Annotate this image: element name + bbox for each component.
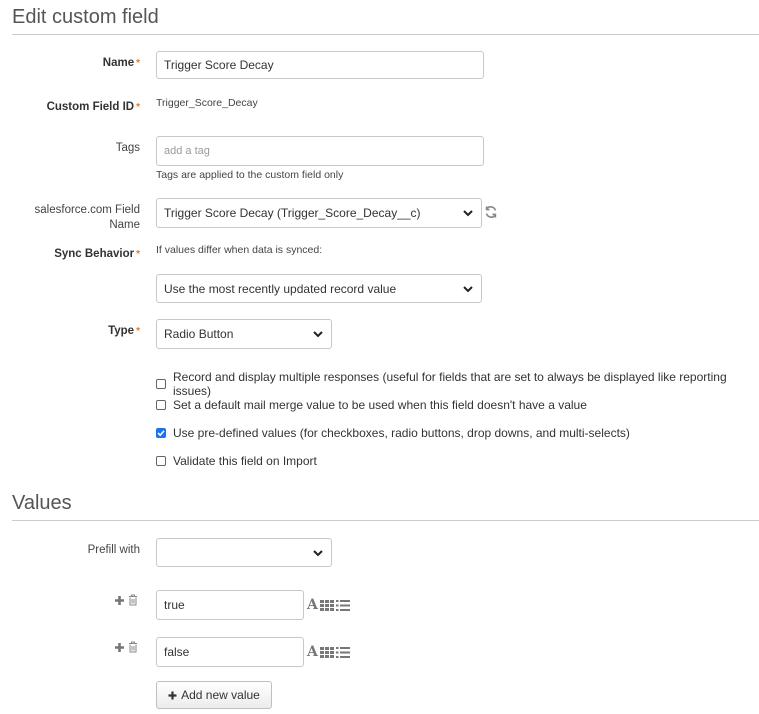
grid-icon[interactable] xyxy=(319,646,334,658)
trash-icon[interactable] xyxy=(128,641,138,653)
option-label: Record and display multiple responses (u… xyxy=(173,370,727,398)
option-label: Set a default mail merge value to be use… xyxy=(173,398,587,412)
type-select[interactable]: Radio Button xyxy=(156,319,332,349)
value-input-text: true xyxy=(164,598,185,612)
plus-icon[interactable] xyxy=(114,642,125,653)
checkbox[interactable] xyxy=(156,456,166,466)
add-new-value-button[interactable]: Add new value xyxy=(156,681,272,709)
trash-icon[interactable] xyxy=(128,594,138,606)
list-icon[interactable] xyxy=(335,646,350,658)
chevron-down-icon xyxy=(313,549,323,556)
plus-icon xyxy=(168,691,177,699)
option-predefined-values[interactable]: Use pre-defined values (for checkboxes, … xyxy=(156,426,630,440)
option-validate-on-import[interactable]: Validate this field on Import xyxy=(156,454,317,468)
checkbox-checked[interactable] xyxy=(156,428,166,438)
value-row-actions xyxy=(114,641,138,653)
salesforce-field-selected: Trigger Score Decay (Trigger_Score_Decay… xyxy=(164,206,421,220)
chevron-down-icon xyxy=(463,285,473,292)
tags-label: Tags xyxy=(115,142,140,154)
sync-behavior-selected: Use the most recently updated record val… xyxy=(164,281,397,296)
text-format-icon[interactable]: A xyxy=(307,597,318,613)
prefill-select[interactable] xyxy=(156,538,332,567)
option-label: Use pre-defined values (for checkboxes, … xyxy=(173,426,630,440)
prefill-label: Prefill with xyxy=(87,544,140,556)
checkmark-icon xyxy=(157,430,165,437)
name-input[interactable]: Trigger Score Decay xyxy=(156,51,484,79)
salesforce-field-label: salesforce.com Field Name xyxy=(34,204,140,231)
page-title: Edit custom field xyxy=(12,6,159,28)
values-divider xyxy=(12,520,759,521)
text-format-icon[interactable]: A xyxy=(307,644,318,660)
refresh-icon[interactable] xyxy=(484,205,498,222)
values-section-title: Values xyxy=(12,492,72,514)
name-label: Name * xyxy=(102,57,140,69)
chevron-down-icon xyxy=(463,210,473,217)
option-multiple-responses[interactable]: Record and display multiple responses (u… xyxy=(156,370,759,398)
custom-field-id-value: Trigger_Score_Decay xyxy=(156,97,258,109)
sync-behavior-label: Sync Behavior * xyxy=(54,248,140,260)
custom-field-id-label: Custom Field ID * xyxy=(46,101,140,113)
chevron-down-icon xyxy=(313,331,323,338)
value-input[interactable]: true xyxy=(156,590,304,620)
tags-help-text: Tags are applied to the custom field onl… xyxy=(156,169,344,181)
type-label: Type * xyxy=(108,325,140,337)
salesforce-field-select[interactable]: Trigger Score Decay (Trigger_Score_Decay… xyxy=(156,198,482,228)
name-input-value: Trigger Score Decay xyxy=(164,58,274,72)
option-label: Validate this field on Import xyxy=(173,454,317,468)
option-default-mail-merge[interactable]: Set a default mail merge value to be use… xyxy=(156,398,587,412)
tags-input[interactable]: add a tag xyxy=(156,136,484,166)
value-format-icons: A xyxy=(307,597,350,613)
checkbox[interactable] xyxy=(156,400,166,410)
header-divider xyxy=(12,34,759,35)
plus-icon[interactable] xyxy=(114,595,125,606)
sync-behavior-help: If values differ when data is synced: xyxy=(156,244,323,256)
value-format-icons: A xyxy=(307,644,350,660)
grid-icon[interactable] xyxy=(319,599,334,611)
value-input-text: false xyxy=(164,645,190,659)
sync-behavior-select[interactable]: Use the most recently updated record val… xyxy=(156,274,482,303)
value-input[interactable]: false xyxy=(156,637,304,667)
type-selected: Radio Button xyxy=(164,327,234,341)
list-icon[interactable] xyxy=(335,599,350,611)
add-new-value-label: Add new value xyxy=(181,688,260,702)
tags-input-placeholder: add a tag xyxy=(164,145,210,157)
value-row-actions xyxy=(114,594,138,606)
checkbox[interactable] xyxy=(156,379,166,389)
